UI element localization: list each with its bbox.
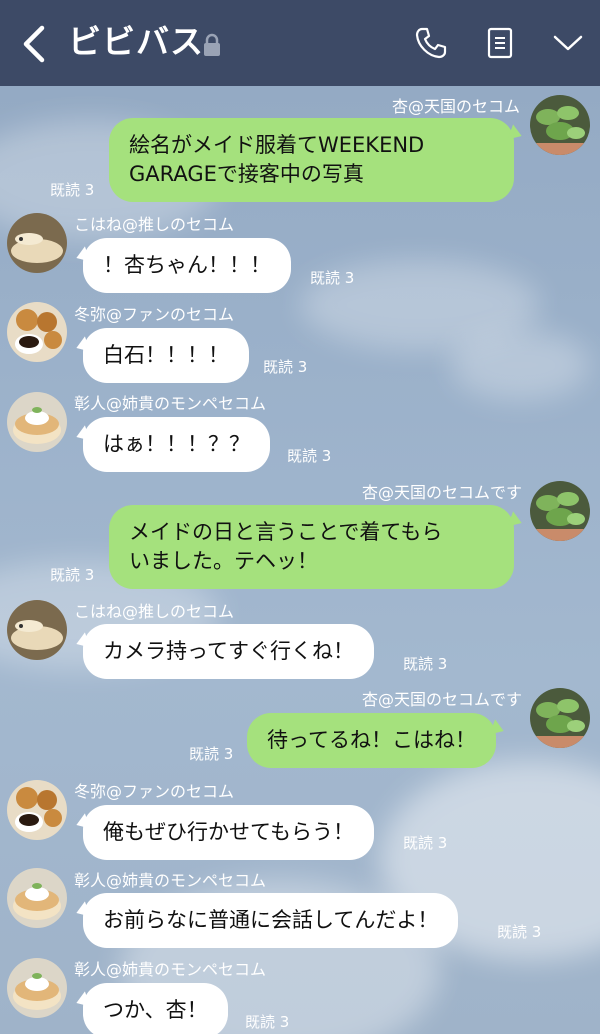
pancake-avatar-icon bbox=[7, 392, 67, 452]
message-text: つか、杏！ bbox=[103, 998, 208, 1022]
phone-icon[interactable] bbox=[414, 26, 448, 60]
read-receipt: 既読 3 bbox=[287, 447, 332, 465]
sender-name: こはね@推しのセコム bbox=[74, 602, 235, 621]
avatar[interactable] bbox=[530, 481, 590, 541]
avatar[interactable] bbox=[7, 780, 67, 840]
avatar[interactable] bbox=[7, 958, 67, 1018]
message-bubble[interactable]: カメラ持ってすぐ行くね！ bbox=[83, 624, 374, 679]
avatar[interactable] bbox=[7, 392, 67, 452]
snake-avatar-icon bbox=[7, 213, 67, 273]
memo-icon[interactable] bbox=[486, 27, 514, 59]
message-bubble[interactable]: 白石！！！！ bbox=[83, 328, 249, 383]
message-text: 待ってるね！こはね！ bbox=[267, 728, 476, 752]
cookies-avatar-icon bbox=[7, 302, 67, 362]
pancake-avatar-icon bbox=[7, 958, 67, 1018]
plant-avatar-icon bbox=[530, 481, 590, 541]
sender-name: 杏@天国のセコムです bbox=[361, 483, 522, 502]
read-receipt: 既読 3 bbox=[497, 923, 542, 941]
sender-name: 杏@天国のセコム bbox=[391, 97, 520, 116]
message-bubble[interactable]: はぁ！！！？？ bbox=[83, 417, 270, 472]
message-text: メイドの日と言うことで着てもら bbox=[129, 520, 443, 544]
plant-avatar-icon bbox=[530, 688, 590, 748]
read-receipt: 既読 3 bbox=[50, 566, 95, 584]
read-receipt: 既読 3 bbox=[310, 269, 355, 287]
chevron-down-icon[interactable] bbox=[552, 32, 584, 54]
read-receipt: 既読 3 bbox=[403, 834, 448, 852]
message-bubble[interactable]: 絵名がメイド服着てWEEKEND GARAGEで接客中の写真 bbox=[109, 118, 514, 202]
sender-name: 彰人@姉貴のモンペセコム bbox=[74, 394, 267, 413]
message-text: ！杏ちゃん！！！ bbox=[103, 253, 271, 277]
message-bubble[interactable]: つか、杏！ bbox=[83, 983, 228, 1034]
message-bubble[interactable]: 俺もぜひ行かせてもらう！ bbox=[83, 805, 374, 860]
message-text: 俺もぜひ行かせてもらう！ bbox=[103, 820, 354, 844]
sender-name: こはね@推しのセコム bbox=[74, 215, 235, 234]
sender-name: 冬弥@ファンのセコム bbox=[74, 782, 235, 801]
plant-avatar-icon bbox=[530, 95, 590, 155]
chevron-left-icon[interactable] bbox=[18, 24, 52, 64]
avatar[interactable] bbox=[7, 302, 67, 362]
chat-title[interactable]: ビビバス bbox=[68, 20, 204, 64]
avatar[interactable] bbox=[7, 600, 67, 660]
avatar[interactable] bbox=[7, 868, 67, 928]
read-receipt: 既読 3 bbox=[245, 1013, 290, 1031]
message-bubble[interactable]: お前らなに普通に会話してんだよ！ bbox=[83, 893, 459, 948]
cookies-avatar-icon bbox=[7, 780, 67, 840]
sender-name: 杏@天国のセコムです bbox=[361, 690, 522, 709]
message-text: 白石！！！！ bbox=[103, 343, 229, 367]
avatar[interactable] bbox=[530, 688, 590, 748]
read-receipt: 既読 3 bbox=[263, 358, 308, 376]
lock-icon bbox=[204, 33, 220, 56]
message-text: GARAGEで接客中の写真 bbox=[129, 162, 364, 186]
sender-name: 冬弥@ファンのセコム bbox=[74, 305, 235, 324]
avatar[interactable] bbox=[7, 213, 67, 273]
message-bubble[interactable]: メイドの日と言うことで着てもら いました。テヘッ！ bbox=[109, 505, 514, 589]
snake-avatar-icon bbox=[7, 600, 67, 660]
read-receipt: 既読 3 bbox=[403, 655, 448, 673]
read-receipt: 既読 3 bbox=[50, 181, 95, 199]
sender-name: 彰人@姉貴のモンペセコム bbox=[74, 960, 267, 979]
message-bubble[interactable]: ！杏ちゃん！！！ bbox=[83, 238, 291, 293]
chat-header: ビビバス bbox=[0, 0, 600, 86]
read-receipt: 既読 3 bbox=[189, 745, 234, 763]
message-text: カメラ持ってすぐ行くね！ bbox=[103, 639, 354, 663]
pancake-avatar-icon bbox=[7, 868, 67, 928]
message-bubble[interactable]: 待ってるね！こはね！ bbox=[247, 713, 496, 768]
avatar[interactable] bbox=[530, 95, 590, 155]
message-text: 絵名がメイド服着てWEEKEND bbox=[129, 133, 425, 157]
message-text: はぁ！！！？？ bbox=[103, 432, 250, 456]
sender-name: 彰人@姉貴のモンペセコム bbox=[74, 871, 267, 890]
message-text: お前らなに普通に会話してんだよ！ bbox=[103, 908, 439, 932]
message-text: いました。テヘッ！ bbox=[129, 549, 318, 573]
